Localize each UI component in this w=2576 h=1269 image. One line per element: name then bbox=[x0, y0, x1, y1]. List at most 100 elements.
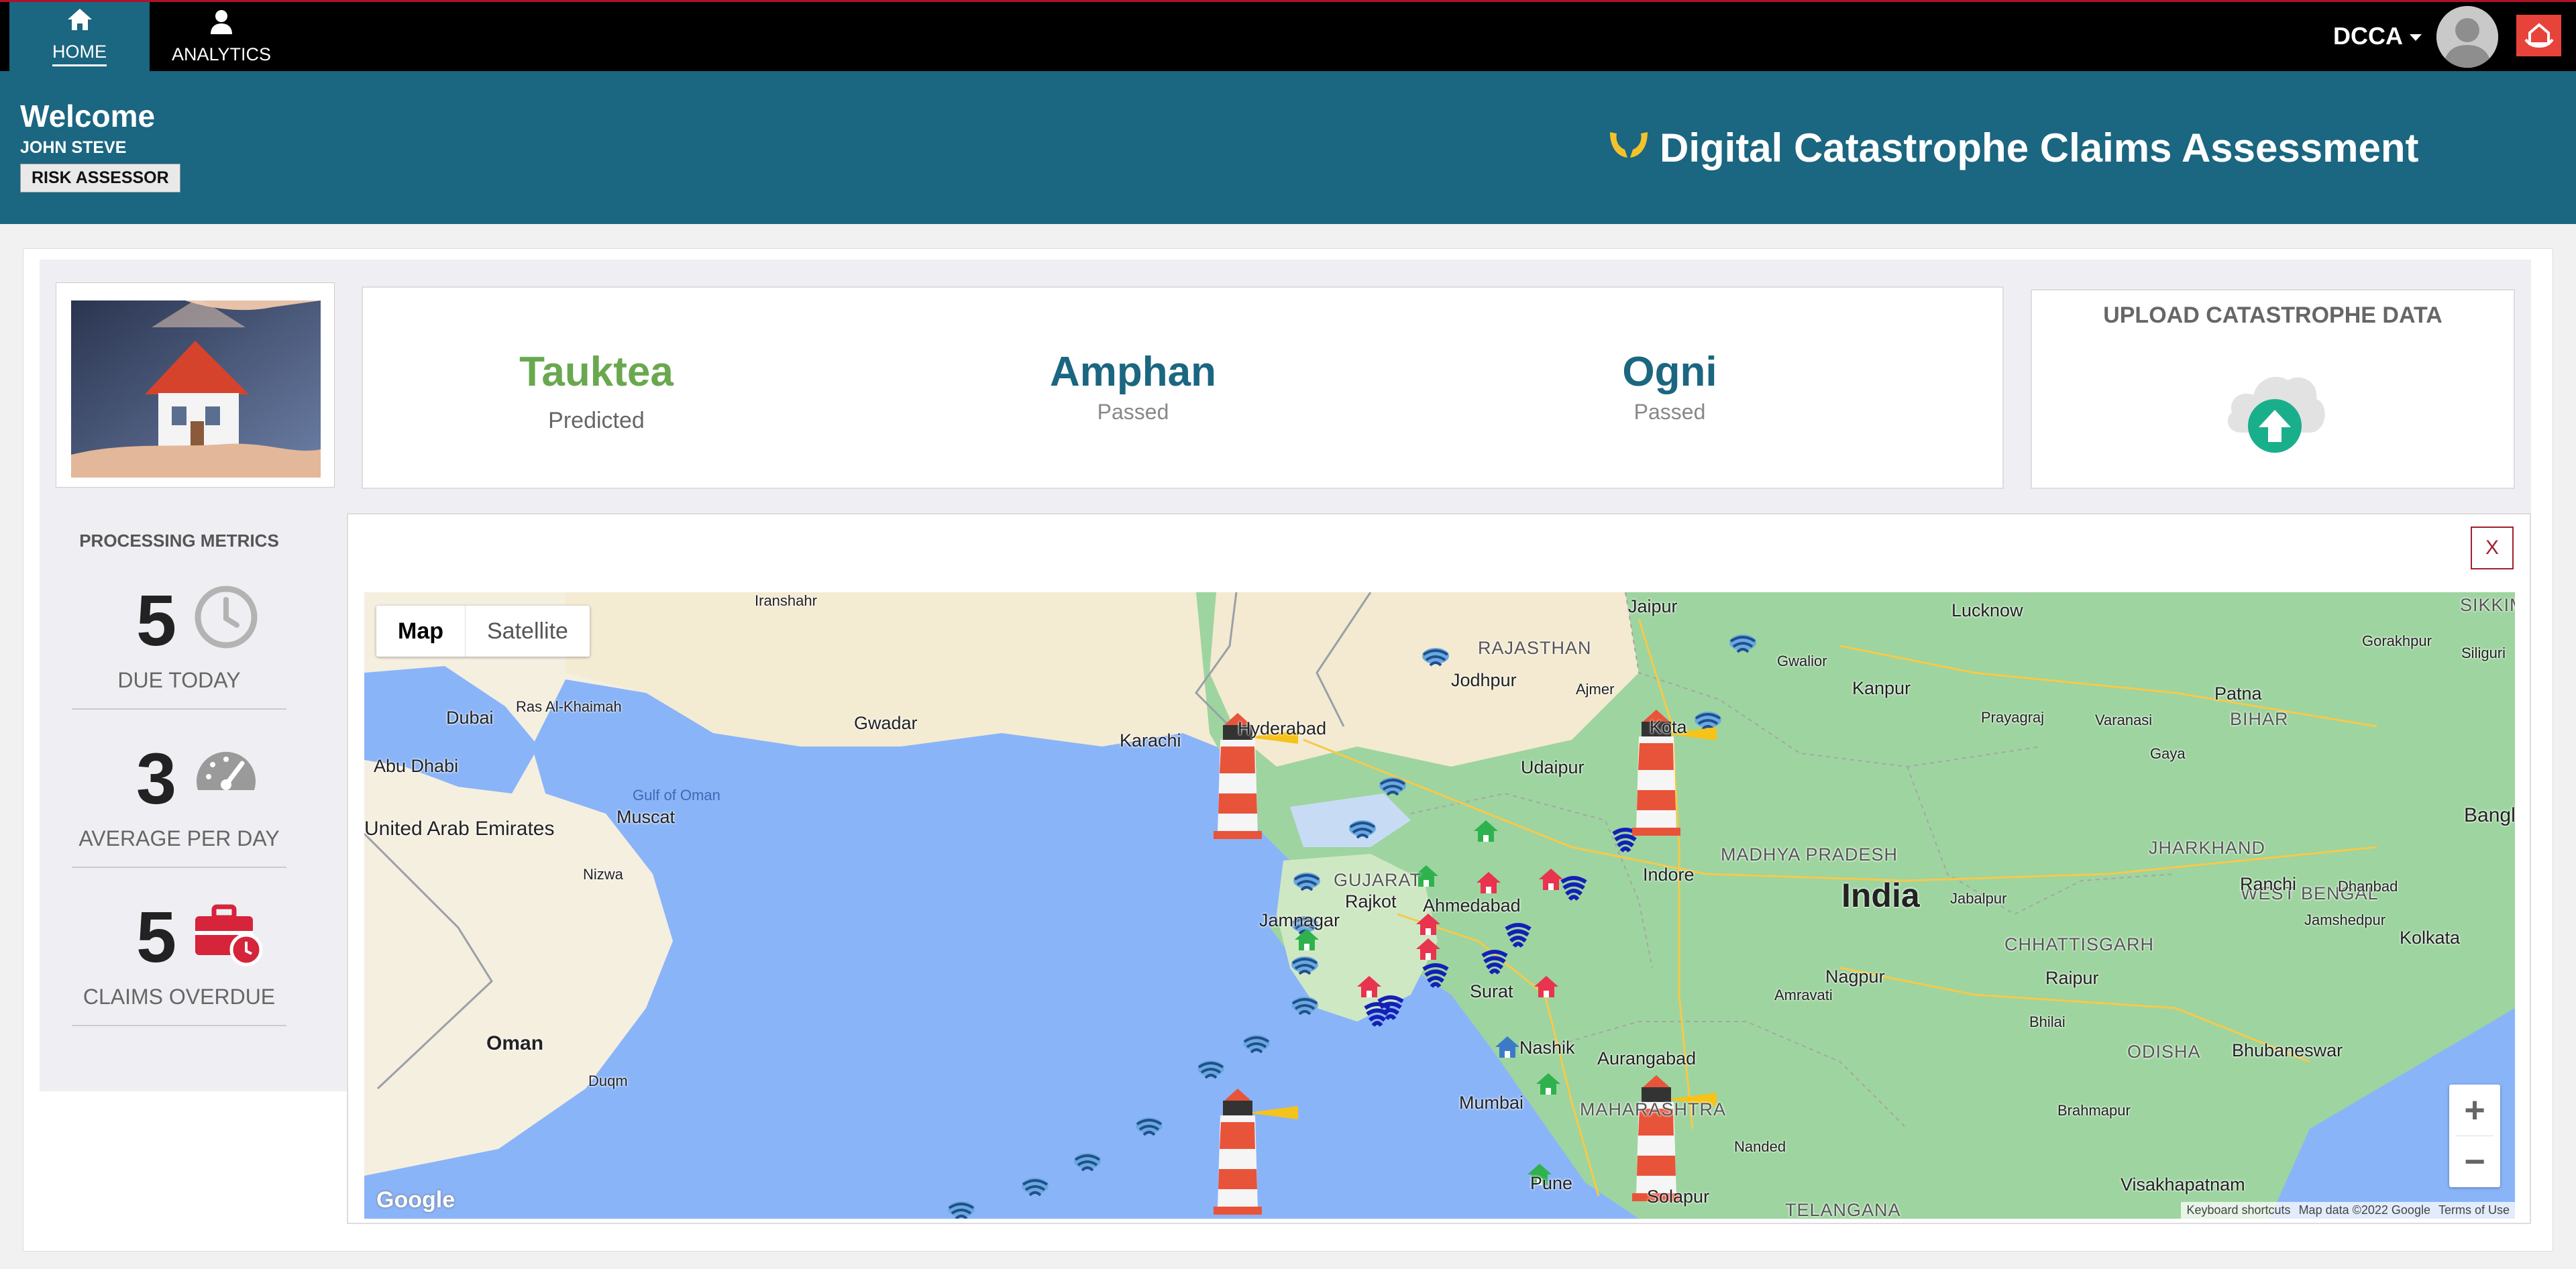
map-label-city: Udaipur bbox=[1521, 757, 1585, 777]
role-badge: RISK ASSESSOR bbox=[20, 164, 180, 192]
map-data-credit: Map data ©2022 Google bbox=[2298, 1203, 2430, 1217]
storm-name: Tauktea bbox=[519, 349, 674, 395]
map-label-city: Rajkot bbox=[1345, 891, 1397, 912]
upload-title: UPLOAD CATASTROPHE DATA bbox=[2103, 302, 2443, 328]
tab-analytics[interactable]: ANALYTICS bbox=[154, 2, 288, 71]
map-label-city: Jodhpur bbox=[1451, 670, 1517, 690]
google-logo: Google bbox=[376, 1187, 455, 1213]
map-type-map-button[interactable]: Map bbox=[376, 606, 465, 657]
keyboard-shortcuts-link[interactable]: Keyboard shortcuts bbox=[2186, 1203, 2290, 1217]
top-navbar: HOME ANALYTICS DCCA bbox=[0, 0, 2576, 71]
briefcase-clock-icon bbox=[193, 900, 263, 971]
storm-ogni[interactable]: Ogni Passed bbox=[1502, 348, 1837, 425]
map-label-city: Prayagraj bbox=[1981, 709, 2045, 726]
map-label-region: MADHYA PRADESH bbox=[1721, 844, 1898, 865]
map-label-city: Amravati bbox=[1774, 987, 1833, 1003]
map-label-city: Dhanbad bbox=[2338, 878, 2398, 895]
property-image-card bbox=[56, 282, 335, 488]
map-label-city: Visakhapatnam bbox=[2121, 1174, 2245, 1195]
storm-map[interactable]: India RAJASTHAN GUJARAT MADHYA PRADESH M… bbox=[364, 592, 2515, 1219]
map-label-city: Bhubaneswar bbox=[2232, 1040, 2343, 1060]
brand-logo-icon bbox=[2516, 15, 2561, 56]
map-label-city: Mumbai bbox=[1459, 1093, 1524, 1113]
user-menu[interactable]: DCCA bbox=[2333, 22, 2422, 50]
chevron-down-icon bbox=[2410, 34, 2422, 41]
map-label-country: India bbox=[1841, 877, 1920, 914]
avatar[interactable] bbox=[2436, 6, 2498, 68]
map-label-city: Ranchi bbox=[2240, 874, 2297, 894]
map-label-city: Duqm bbox=[588, 1072, 628, 1089]
tab-home[interactable]: HOME bbox=[9, 2, 150, 71]
metric-label: AVERAGE PER DAY bbox=[78, 826, 280, 850]
map-label-region: JHARKHAND bbox=[2149, 838, 2266, 858]
metric-average-per-day: 3 AVERAGE PER DAY bbox=[72, 710, 286, 868]
map-label-city: Ahmedabad bbox=[1423, 895, 1521, 916]
zoom-out-button[interactable]: − bbox=[2449, 1136, 2500, 1187]
map-label-city: Indore bbox=[1643, 865, 1695, 885]
terms-link[interactable]: Terms of Use bbox=[2438, 1203, 2510, 1217]
map-label-city: Abu Dhabi bbox=[374, 756, 459, 776]
map-label-city: Bangladesh bbox=[2464, 804, 2515, 826]
map-label-city: Gwadar bbox=[854, 713, 918, 733]
map-label-city: Jamshedpur bbox=[2304, 912, 2386, 928]
storm-amphan[interactable]: Amphan Passed bbox=[965, 348, 1301, 425]
map-label-city: Siliguri bbox=[2461, 645, 2506, 661]
map-label-city: Brahmapur bbox=[2057, 1102, 2131, 1119]
welcome-banner: Welcome JOHN STEVE RISK ASSESSOR Digital… bbox=[0, 71, 2576, 224]
hands-logo-icon bbox=[1607, 125, 1650, 171]
map-type-control: Map Satellite bbox=[376, 606, 590, 657]
app-title-text: Digital Catastrophe Claims Assessment bbox=[1660, 125, 2419, 170]
close-map-button[interactable]: X bbox=[2471, 527, 2514, 569]
metric-value: 5 bbox=[136, 580, 177, 661]
storm-name: Amphan bbox=[1050, 349, 1216, 395]
metric-due-today: 5 DUE TODAY bbox=[72, 551, 286, 710]
upload-card: UPLOAD CATASTROPHE DATA bbox=[2031, 289, 2515, 489]
zoom-control: + − bbox=[2449, 1085, 2500, 1187]
map-label-city: Pune bbox=[1530, 1173, 1573, 1193]
clock-icon bbox=[193, 584, 260, 654]
metric-value: 5 bbox=[136, 896, 177, 977]
user-menu-label: DCCA bbox=[2333, 22, 2403, 50]
metrics-title: PROCESSING METRICS bbox=[79, 531, 279, 551]
house-in-hand-image bbox=[71, 300, 321, 478]
welcome-heading: Welcome bbox=[20, 99, 156, 133]
map-label-city: Bhilai bbox=[2029, 1013, 2065, 1030]
map-label-region: GUJARAT bbox=[1334, 870, 1422, 890]
map-label-city: Aurangabad bbox=[1597, 1048, 1697, 1068]
map-label-region: SIKKIM bbox=[2460, 595, 2515, 615]
map-label-city: Jabalpur bbox=[1950, 890, 2007, 907]
map-type-satellite-button[interactable]: Satellite bbox=[465, 606, 590, 657]
map-label-region: ODISHA bbox=[2127, 1042, 2201, 1062]
map-label-city: Gaya bbox=[2150, 745, 2186, 762]
map-label-city: Karachi bbox=[1120, 730, 1181, 751]
map-label-sea: Gulf of Oman bbox=[633, 787, 720, 804]
user-icon bbox=[209, 9, 233, 39]
metric-label: DUE TODAY bbox=[117, 668, 241, 692]
map-label-city: Gwalior bbox=[1777, 653, 1827, 669]
map-label-city: United Arab Emirates bbox=[364, 818, 555, 840]
metric-label: CLAIMS OVERDUE bbox=[83, 985, 276, 1009]
map-label-city: Kolkata bbox=[2400, 928, 2461, 948]
tab-home-label: HOME bbox=[52, 42, 107, 66]
map-label-city: Gorakhpur bbox=[2362, 632, 2432, 649]
zoom-in-button[interactable]: + bbox=[2449, 1085, 2500, 1136]
storm-tauktea[interactable]: Tauktea Predicted bbox=[429, 348, 764, 434]
tab-analytics-label: ANALYTICS bbox=[171, 44, 272, 64]
map-label-city: Oman bbox=[486, 1032, 544, 1054]
storm-status: Passed bbox=[1097, 400, 1169, 424]
map-label-city: Nanded bbox=[1734, 1138, 1786, 1155]
storm-status: Predicted bbox=[548, 408, 645, 433]
home-icon bbox=[66, 7, 93, 36]
map-label-city: Solapur bbox=[1647, 1187, 1710, 1207]
map-label-city: Kanpur bbox=[1852, 678, 1911, 698]
map-label-city: Iranshahr bbox=[755, 592, 817, 609]
cloud-upload-icon[interactable] bbox=[2221, 366, 2328, 459]
dashboard-content: Tauktea Predicted Amphan Passed Ogni Pas… bbox=[23, 248, 2553, 1252]
map-label-city: Kota bbox=[1650, 717, 1687, 737]
map-label-city: Varanasi bbox=[2095, 712, 2153, 728]
map-label-region: TELANGANA bbox=[1785, 1200, 1901, 1219]
map-label-city: Hyderabad bbox=[1238, 718, 1327, 738]
map-panel: X India RAJASTHAN GUJARAT MADHYA PRADESH… bbox=[347, 513, 2531, 1224]
map-attribution: Keyboard shortcuts Map data ©2022 Google… bbox=[2181, 1202, 2515, 1219]
metric-value: 3 bbox=[136, 738, 177, 819]
